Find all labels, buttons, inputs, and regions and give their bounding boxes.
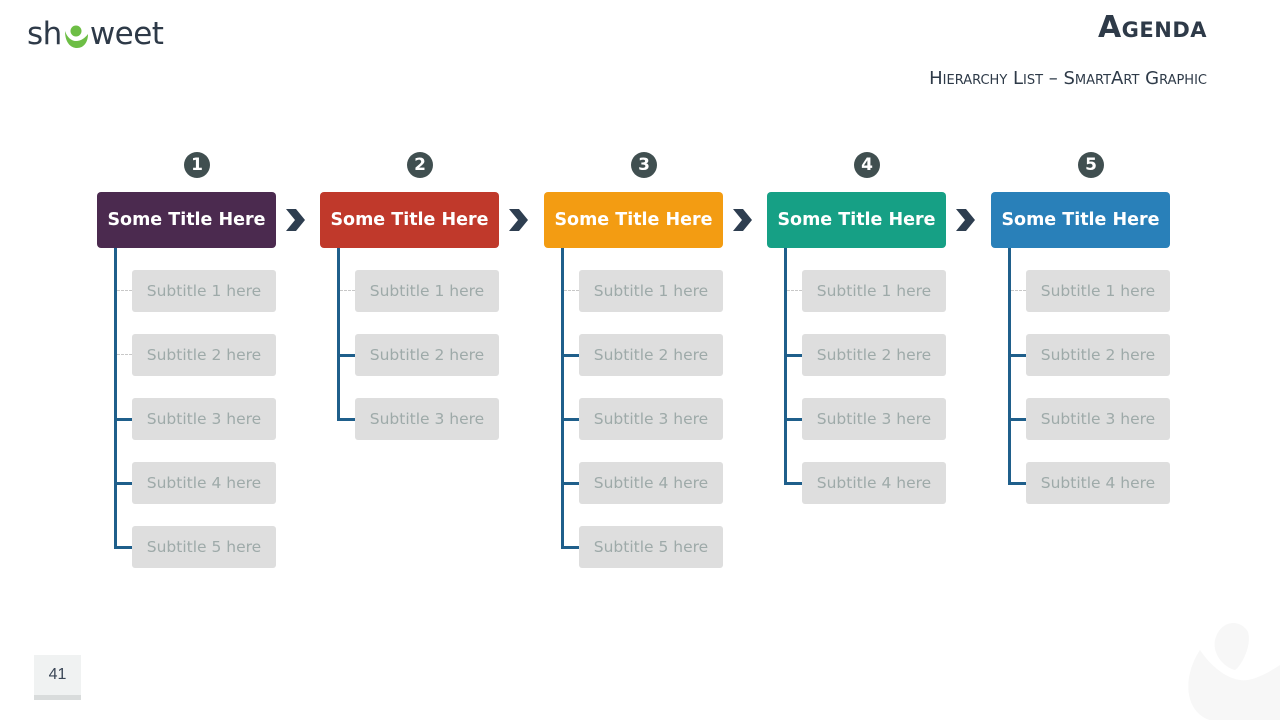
- showeet-logo: sh weet: [27, 14, 164, 54]
- subtitle-item[interactable]: Subtitle 4 here: [1026, 462, 1170, 504]
- chevron-right-icon: [956, 209, 975, 231]
- hierarchy-branch-connector: [117, 482, 132, 485]
- showeet-o-icon: [64, 25, 88, 48]
- hierarchy-vertical-connector: [1008, 248, 1011, 485]
- hierarchy-branch-connector: [117, 290, 132, 291]
- hierarchy-branch-connector: [340, 290, 355, 291]
- hierarchy-vertical-connector: [337, 248, 340, 421]
- subtitle-item[interactable]: Subtitle 5 here: [132, 526, 276, 568]
- subtitle-item[interactable]: Subtitle 3 here: [132, 398, 276, 440]
- watermark-logo-icon: [1188, 622, 1280, 720]
- hierarchy-branch-connector: [787, 290, 802, 291]
- subtitle-item[interactable]: Subtitle 1 here: [802, 270, 946, 312]
- subtitle-item[interactable]: Subtitle 1 here: [579, 270, 723, 312]
- subtitle-item[interactable]: Subtitle 4 here: [802, 462, 946, 504]
- column-title-box[interactable]: Some Title Here: [544, 192, 723, 248]
- subtitle-item[interactable]: Subtitle 1 here: [355, 270, 499, 312]
- hierarchy-vertical-connector: [561, 248, 564, 549]
- hierarchy-branch-connector: [564, 482, 579, 485]
- hierarchy-branch-connector: [787, 482, 802, 485]
- column-title-box[interactable]: Some Title Here: [991, 192, 1170, 248]
- hierarchy-branch-connector: [564, 354, 579, 357]
- chevron-right-icon: [509, 209, 528, 231]
- hierarchy-branch-connector: [1011, 354, 1026, 357]
- hierarchy-branch-connector: [117, 354, 132, 355]
- column-title-box[interactable]: Some Title Here: [767, 192, 946, 248]
- subtitle-item[interactable]: Subtitle 2 here: [579, 334, 723, 376]
- logo-text-end: weet: [89, 16, 164, 52]
- page-subtitle: Hierarchy List – SmartArt Graphic: [929, 68, 1207, 89]
- step-number-badge: 5: [1078, 152, 1104, 178]
- subtitle-item[interactable]: Subtitle 3 here: [1026, 398, 1170, 440]
- subtitle-item[interactable]: Subtitle 2 here: [802, 334, 946, 376]
- chevron-right-icon: [286, 209, 305, 231]
- column-title-box[interactable]: Some Title Here: [97, 192, 276, 248]
- hierarchy-branch-connector: [340, 354, 355, 357]
- subtitle-item[interactable]: Subtitle 2 here: [1026, 334, 1170, 376]
- subtitle-item[interactable]: Subtitle 4 here: [579, 462, 723, 504]
- hierarchy-branch-connector: [117, 418, 132, 421]
- hierarchy-branch-connector: [564, 546, 579, 549]
- chevron-right-icon: [733, 209, 752, 231]
- subtitle-item[interactable]: Subtitle 3 here: [355, 398, 499, 440]
- subtitle-item[interactable]: Subtitle 5 here: [579, 526, 723, 568]
- hierarchy-branch-connector: [1011, 482, 1026, 485]
- subtitle-item[interactable]: Subtitle 2 here: [355, 334, 499, 376]
- subtitle-item[interactable]: Subtitle 3 here: [579, 398, 723, 440]
- page-title: Agenda: [1097, 10, 1207, 45]
- column-title-box[interactable]: Some Title Here: [320, 192, 499, 248]
- step-number-badge: 3: [631, 152, 657, 178]
- hierarchy-branch-connector: [564, 418, 579, 421]
- logo-text-start: sh: [27, 16, 62, 52]
- step-number-badge: 2: [407, 152, 433, 178]
- subtitle-item[interactable]: Subtitle 2 here: [132, 334, 276, 376]
- step-number-badge: 4: [854, 152, 880, 178]
- subtitle-item[interactable]: Subtitle 1 here: [1026, 270, 1170, 312]
- hierarchy-branch-connector: [787, 354, 802, 357]
- page-number: 41: [34, 655, 81, 700]
- subtitle-item[interactable]: Subtitle 4 here: [132, 462, 276, 504]
- hierarchy-vertical-connector: [784, 248, 787, 485]
- hierarchy-branch-connector: [564, 290, 579, 291]
- hierarchy-branch-connector: [1011, 418, 1026, 421]
- hierarchy-branch-connector: [340, 418, 355, 421]
- hierarchy-branch-connector: [1011, 290, 1026, 291]
- hierarchy-vertical-connector: [114, 248, 117, 549]
- hierarchy-branch-connector: [117, 546, 132, 549]
- subtitle-item[interactable]: Subtitle 3 here: [802, 398, 946, 440]
- step-number-badge: 1: [184, 152, 210, 178]
- subtitle-item[interactable]: Subtitle 1 here: [132, 270, 276, 312]
- hierarchy-branch-connector: [787, 418, 802, 421]
